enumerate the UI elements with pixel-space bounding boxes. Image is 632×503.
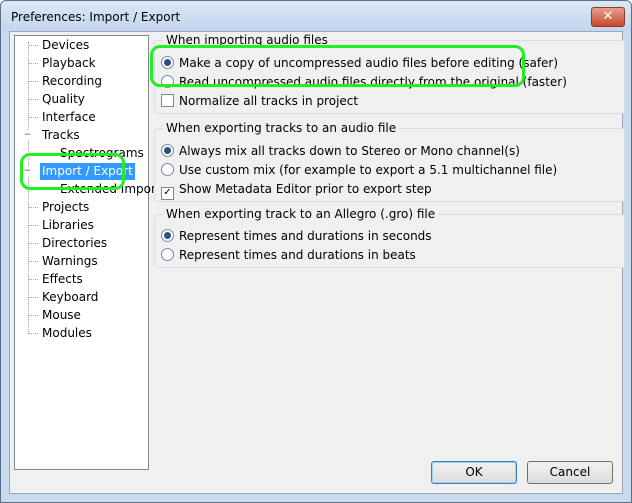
radio-icon[interactable]: [161, 144, 174, 157]
close-button[interactable]: ✕: [591, 7, 625, 27]
export-options-group: When exporting tracks to an audio file A…: [154, 121, 625, 202]
option-label: Represent times and durations in seconds: [179, 229, 432, 243]
window-title: Preferences: Import / Export: [11, 10, 181, 24]
custom-mix-radio[interactable]: Use custom mix (for example to export a …: [161, 162, 557, 179]
tree-item-mouse[interactable]: Mouse: [40, 307, 83, 324]
metadata-editor-checkbox[interactable]: ✓ Show Metadata Editor prior to export st…: [161, 181, 432, 200]
tree-item-recording[interactable]: Recording: [40, 73, 104, 90]
tree-item-tracks[interactable]: Tracks: [40, 127, 82, 144]
tree-item-interface[interactable]: Interface: [40, 109, 98, 126]
tree-item-playback[interactable]: Playback: [40, 55, 98, 72]
group-title: When exporting track to an Allegro (.gro…: [163, 207, 439, 221]
cancel-button[interactable]: Cancel: [527, 461, 613, 484]
tree-item-warnings[interactable]: Warnings: [40, 253, 100, 270]
tree-connector: [28, 315, 38, 316]
ok-button[interactable]: OK: [431, 461, 517, 484]
checkbox-icon[interactable]: [161, 94, 174, 107]
tree-connector: [28, 63, 38, 64]
tree-connector: [28, 297, 38, 298]
tree-connector: [28, 99, 38, 100]
option-label: Represent times and durations in beats: [179, 248, 416, 262]
tree-item-libraries[interactable]: Libraries: [40, 217, 96, 234]
tree-item-devices[interactable]: Devices: [40, 37, 91, 54]
tree-connector: [28, 225, 38, 226]
group-title: When exporting tracks to an audio file: [163, 121, 400, 135]
option-label: Always mix all tracks down to Stereo or …: [179, 144, 520, 158]
tree-item-effects[interactable]: Effects: [40, 271, 85, 288]
preferences-window: Preferences: Import / Export ✕ Devices P…: [0, 0, 632, 503]
close-icon: ✕: [602, 9, 614, 24]
tree-item-projects[interactable]: Projects: [40, 199, 91, 216]
highlight-annotation: [20, 153, 125, 190]
category-tree[interactable]: Devices Playback Recording Quality Inter…: [14, 35, 161, 470]
tree-connector: [28, 261, 38, 262]
option-label: Use custom mix (for example to export a …: [179, 163, 558, 177]
radio-icon[interactable]: [161, 248, 174, 261]
dialog-client: Devices Playback Recording Quality Inter…: [9, 31, 625, 494]
normalize-checkbox[interactable]: Normalize all tracks in project: [161, 93, 358, 110]
option-label: Show Metadata Editor prior to export ste…: [179, 182, 432, 196]
tree-connector: [28, 81, 38, 82]
option-label: Normalize all tracks in project: [179, 94, 359, 108]
mix-down-radio[interactable]: Always mix all tracks down to Stereo or …: [161, 143, 520, 160]
title-bar[interactable]: Preferences: Import / Export ✕: [1, 1, 631, 31]
tree-connector: [28, 207, 38, 208]
checkmark-icon[interactable]: ✓: [161, 187, 174, 200]
radio-icon[interactable]: [161, 229, 174, 242]
tree-connector: [28, 279, 38, 280]
tree-item-quality[interactable]: Quality: [40, 91, 87, 108]
tree-item-modules[interactable]: Modules: [40, 325, 94, 342]
tree-connector: [28, 45, 38, 46]
seconds-radio[interactable]: Represent times and durations in seconds: [161, 228, 432, 245]
import-options-group: When importing audio files Make a copy o…: [150, 33, 625, 114]
radio-icon[interactable]: [161, 163, 174, 176]
tree-connector: [28, 117, 38, 118]
beats-radio[interactable]: Represent times and durations in beats: [161, 247, 416, 264]
highlight-annotation: [150, 45, 525, 87]
tree-connector: [28, 243, 38, 244]
allegro-options-group: When exporting track to an Allegro (.gro…: [154, 207, 625, 268]
tree-item-directories[interactable]: Directories: [40, 235, 109, 252]
collapse-icon[interactable]: −: [23, 131, 32, 140]
tree-connector: [28, 333, 38, 334]
tree-item-keyboard[interactable]: Keyboard: [40, 289, 100, 306]
